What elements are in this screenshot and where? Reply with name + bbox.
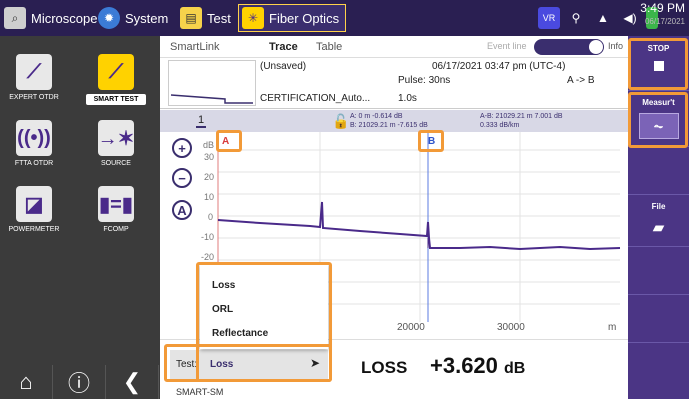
thumbnail-trace — [170, 94, 253, 104]
x-axis-unit: m — [608, 322, 617, 333]
file-button[interactable]: File ▰ — [630, 202, 687, 236]
divider — [628, 342, 689, 343]
gear-icon: ✹ — [98, 7, 120, 29]
microscope-tab[interactable]: ⌕ Microscope — [4, 4, 97, 32]
home-icon[interactable]: ⌂ — [0, 365, 53, 399]
highlight-measure — [628, 92, 688, 148]
y-tick: 0 — [208, 212, 214, 222]
app-powermeter[interactable]: ◪ POWERMETER — [4, 186, 64, 233]
trace-name: CERTIFICATION_Auto... — [260, 93, 371, 104]
acq-duration: 1.0s — [398, 93, 417, 104]
toggle-knob — [589, 40, 603, 54]
fcomp-icon: ▮=▮ — [98, 186, 134, 222]
folder-icon: ▰ — [653, 219, 664, 235]
y-tick: 30 — [204, 152, 215, 162]
ab-attenuation-readout: 0.333 dB/km — [480, 122, 520, 129]
trace-header: (Unsaved) 06/17/2021 03:47 pm (UTC-4) Pu… — [160, 58, 628, 109]
app-source[interactable]: →✶ SOURCE — [86, 120, 146, 167]
loss-value: +3.620 dB — [430, 353, 525, 379]
test-icon: ▤ — [180, 7, 202, 29]
pulse-width: Pulse: 30ns — [398, 75, 451, 86]
y-tick: 10 — [204, 192, 215, 202]
highlight-test-row — [164, 344, 332, 382]
file-name: (Unsaved) — [260, 61, 307, 72]
system-tab[interactable]: ✹ System — [98, 4, 168, 32]
app-label: POWERMETER — [8, 226, 60, 233]
highlight-marker-b — [418, 130, 444, 152]
trace-number[interactable]: 1 — [196, 114, 207, 128]
expert-otdr-icon: ⟋ — [16, 54, 52, 90]
ftta-otdr-icon: ((•)) — [16, 120, 52, 156]
y-axis-unit: dB — [203, 140, 215, 150]
fiber-optics-tab[interactable]: ✳ Fiber Optics — [238, 4, 347, 32]
microscope-label: Microscope — [31, 10, 98, 26]
status-text: SMART-SM — [176, 387, 224, 397]
divider — [628, 246, 689, 247]
view-tabs: SmartLink Trace Table Event line Info — [160, 36, 628, 58]
y-tick: 20 — [204, 172, 215, 182]
source-icon: →✶ — [98, 120, 134, 156]
test-label: Test — [207, 10, 231, 26]
marker-b-readout: B: 21029.21 m -7.615 dB — [350, 122, 428, 129]
loss-unit: dB — [504, 360, 526, 377]
powermeter-icon: ◪ — [16, 186, 52, 222]
file-label: File — [651, 202, 666, 211]
x-tick: 20000 — [397, 322, 425, 333]
vr-icon: VR — [538, 7, 560, 29]
app-ftta-otdr[interactable]: ((•)) FTTA OTDR — [4, 120, 64, 167]
info-icon[interactable]: ⓘ — [53, 365, 106, 399]
event-line-toggle[interactable] — [534, 39, 604, 55]
app-label: SOURCE — [101, 160, 131, 167]
trace-thumbnail[interactable] — [168, 60, 256, 106]
status-strip: SMART-SM — [160, 387, 260, 399]
test-tab[interactable]: ▤ Test — [180, 4, 231, 32]
volume-icon: ◀) — [623, 11, 637, 25]
loss-number: +3.620 — [430, 353, 498, 378]
location-icon: ⚲ — [571, 11, 581, 25]
event-line-label: Event line — [487, 41, 527, 51]
otdr-trace — [217, 201, 621, 251]
app-label: FTTA OTDR — [14, 160, 54, 167]
loss-label: LOSS — [361, 358, 408, 377]
fiber-optics-label: Fiber Optics — [269, 10, 340, 26]
app-label: EXPERT OTDR — [9, 94, 59, 101]
lock-icon[interactable]: 🔓 — [332, 113, 349, 130]
info-label: Info — [608, 41, 624, 51]
app-expert-otdr[interactable]: ⟋ EXPERT OTDR — [4, 54, 64, 101]
top-bar: ⌕ Microscope ✹ System ▤ Test ✳ Fiber Opt… — [0, 0, 689, 36]
app-fcomp[interactable]: ▮=▮ FCOMP — [86, 186, 146, 233]
wifi-icon: ▲ — [597, 11, 609, 25]
highlight-stop — [628, 38, 688, 90]
clock-date: 06/17/2021 — [644, 17, 685, 26]
marker-a-readout: A: 0 m -0.614 dB — [350, 113, 403, 120]
tab-trace[interactable]: Trace — [269, 41, 298, 53]
divider — [628, 194, 689, 195]
trace-direction: A -> B — [567, 75, 595, 86]
fiber-optics-icon: ✳ — [242, 7, 264, 29]
y-tick: -10 — [201, 232, 215, 242]
divider — [628, 294, 689, 295]
app-sidebar: ⟋ EXPERT OTDR ⟋ SMART TEST ((•)) FTTA OT… — [0, 36, 160, 399]
back-icon[interactable]: ❮ — [106, 365, 159, 399]
highlight-marker-a — [216, 130, 242, 152]
clock-time: 3:49 PM — [640, 1, 685, 15]
system-label: System — [125, 10, 169, 26]
trace-datetime: 06/17/2021 03:47 pm (UTC-4) — [432, 61, 566, 72]
tab-smartlink[interactable]: SmartLink — [170, 41, 220, 53]
divider — [628, 90, 689, 91]
marker-info-bar: 1 🔓 A: 0 m -0.614 dB B: 21029.21 m -7.61… — [160, 110, 628, 132]
smart-test-icon: ⟋ — [98, 54, 134, 90]
app-label: FCOMP — [103, 226, 129, 233]
tab-table[interactable]: Table — [316, 41, 342, 53]
microscope-icon: ⌕ — [4, 7, 26, 29]
clock: 3:49 PM 06/17/2021 — [640, 2, 685, 28]
bottom-nav: ⌂ ⓘ ❮ — [0, 365, 160, 399]
app-smart-test[interactable]: ⟋ SMART TEST — [86, 54, 146, 105]
ab-distance-readout: A-B: 21029.21 m 7.001 dB — [480, 113, 563, 120]
x-tick: 30000 — [497, 322, 525, 333]
y-tick: -20 — [201, 252, 215, 262]
right-softkeys: STOP Measur't ⏦ File ▰ — [628, 36, 689, 399]
app-label: SMART TEST — [86, 94, 146, 105]
